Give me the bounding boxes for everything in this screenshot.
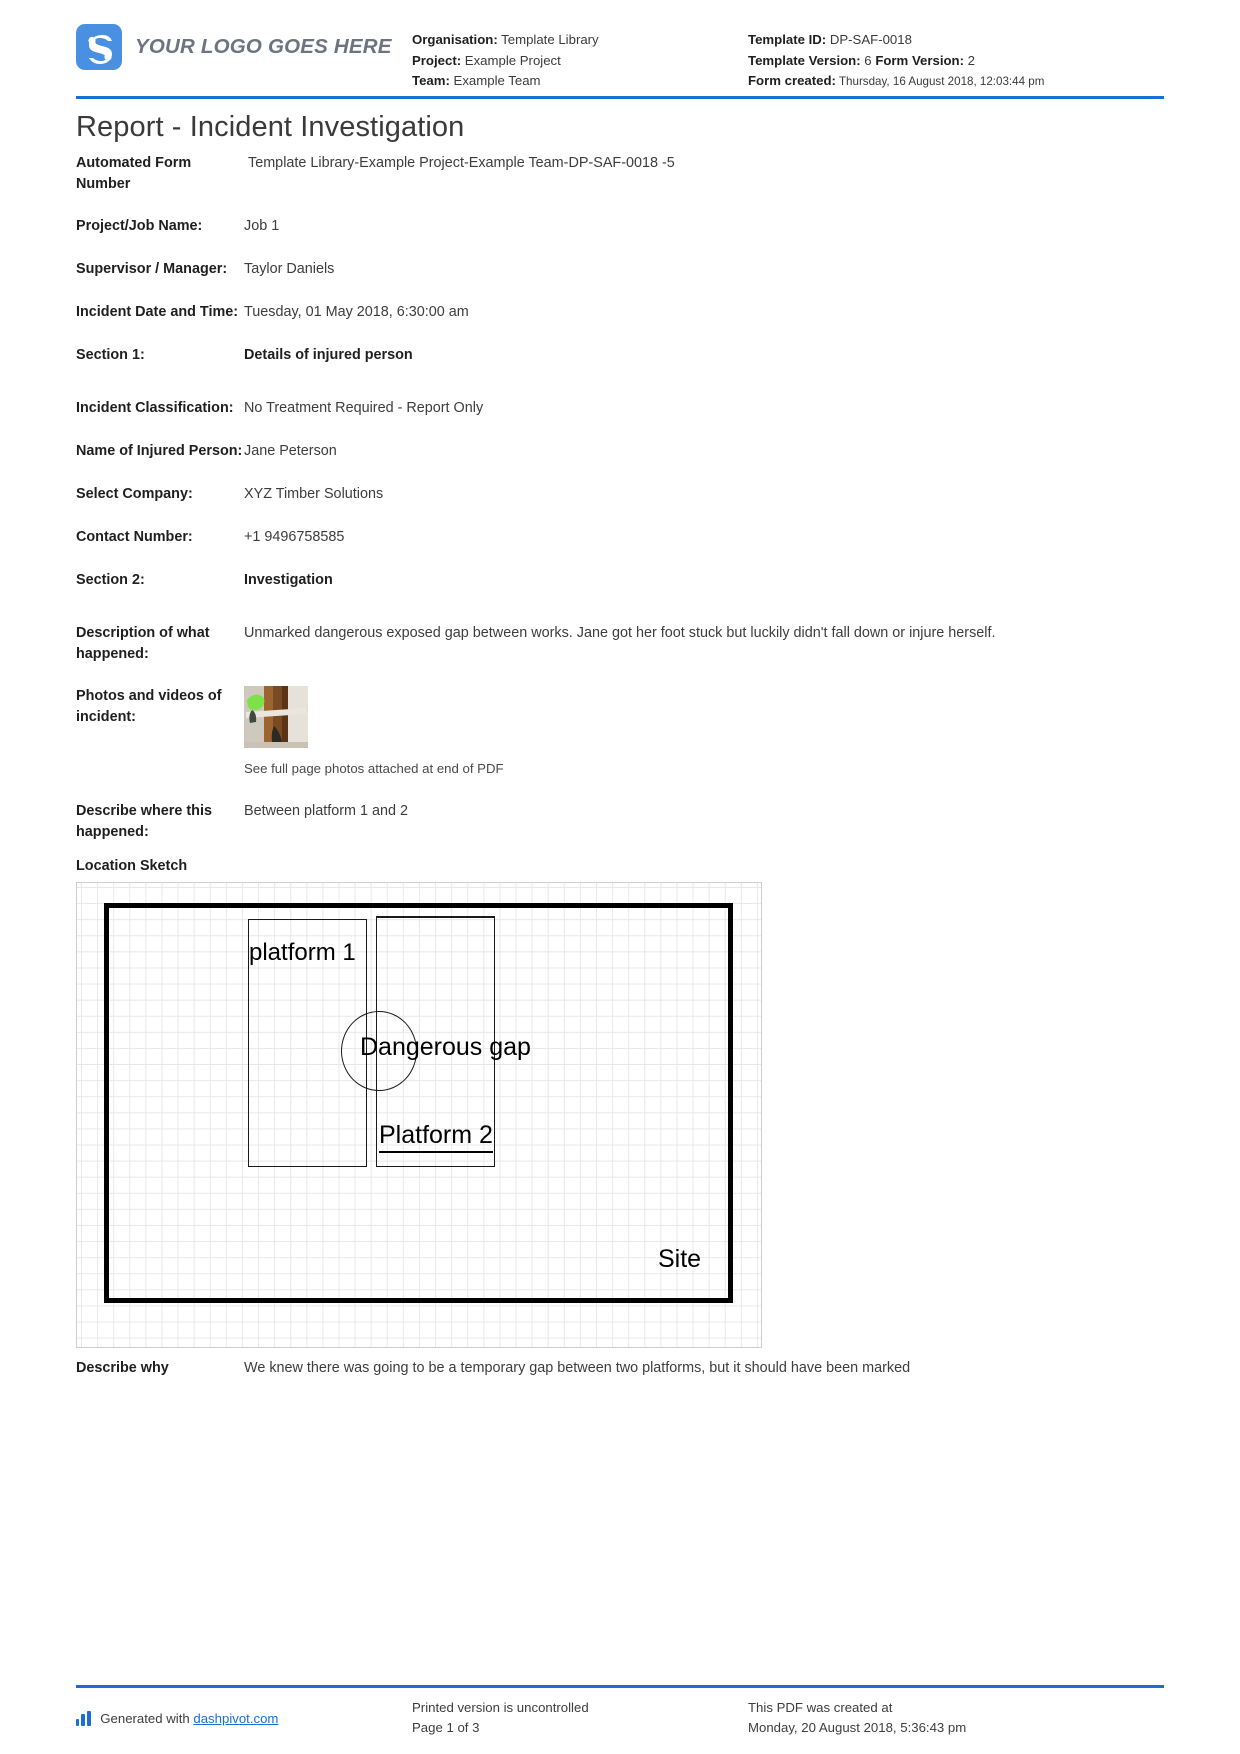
header-divider [76,96,1164,99]
header-form-created-label: Form created: [748,73,836,88]
sketch-dangerous-gap-label: Dangerous gap [360,1033,531,1061]
section-label: Section 1: [76,347,145,363]
header-form-version-value: 2 [967,52,975,68]
section-label: Section 2: [76,572,145,588]
header-versions: Template Version: 6 Form Version: 2 [748,51,1164,72]
field-photos-and-videos: Photos and videos of incident: See full … [76,686,1164,779]
field-value: Job 1 [244,218,280,234]
header-form-version-label: Form Version: [875,52,964,68]
header-organisation-label: Organisation: [412,32,498,47]
header-team-label: Team: [412,73,450,88]
footer-created-value: Monday, 20 August 2018, 5:36:43 pm [748,1720,967,1735]
field-describe-where: Describe where this happened: Between pl… [76,801,1164,842]
field-project-job-name: Project/Job Name: Job 1 [76,216,1164,237]
field-label: Project/Job Name: [76,218,203,234]
dashpivot-bars-icon [76,1710,93,1726]
field-label: Incident Classification: [76,400,234,416]
logo-block: YOUR LOGO GOES HERE [76,14,412,70]
header-template-version-label: Template Version: [748,52,861,68]
incident-photo-thumbnail[interactable] [244,686,308,748]
header-org-block: Organisation: Template Library Project: … [412,14,748,92]
field-label: Contact Number: [76,529,193,545]
field-value: Between platform 1 and 2 [244,803,408,819]
page-title: Report - Incident Investigation [76,111,465,143]
field-label: Describe why [76,1360,169,1376]
field-value: XYZ Timber Solutions [244,486,384,502]
field-value: No Treatment Required - Report Only [244,400,484,416]
header-organisation: Organisation: Template Library [412,30,748,51]
header-form-created: Form created: Thursday, 16 August 2018, … [748,71,1164,93]
field-value: Template Library-Example Project-Example… [248,155,675,171]
section-title: Investigation [244,572,333,588]
field-supervisor-manager: Supervisor / Manager: Taylor Daniels [76,259,1164,280]
field-value: +1 9496758585 [244,529,345,545]
field-label: Photos and videos of incident: [76,688,222,725]
field-injured-person-name: Name of Injured Person: Jane Peterson [76,441,1164,462]
header-template-id-label: Template ID: [748,32,827,47]
section-1-heading: Section 1: Details of injured person [76,345,1164,366]
location-sketch-canvas[interactable]: platform 1 Dangerous gap Platform 2 Site [76,882,762,1348]
field-label: Automated Form Number [76,155,192,192]
field-describe-why: Describe why We knew there was going to … [76,1358,1164,1379]
header-template-version-value: 6 [864,52,872,68]
section-title: Details of injured person [244,347,413,363]
field-select-company: Select Company: XYZ Timber Solutions [76,484,1164,505]
company-logo-icon [76,24,122,70]
header-project-value: Example Project [464,52,561,68]
footer-created-label: This PDF was created at [748,1700,893,1715]
field-incident-classification: Incident Classification: No Treatment Re… [76,398,1164,419]
dashpivot-link[interactable]: dashpivot.com [193,1711,278,1726]
location-sketch-label: Location Sketch [76,858,188,874]
footer-created-block: This PDF was created at Monday, 20 Augus… [748,1698,1164,1738]
field-value: Tuesday, 01 May 2018, 6:30:00 am [244,304,469,320]
document-header: YOUR LOGO GOES HERE Organisation: Templa… [76,0,1164,92]
photos-caption: See full page photos attached at end of … [244,761,504,776]
section-2-heading: Section 2: Investigation [76,570,1164,591]
field-value: Jane Peterson [244,443,337,459]
footer-printed-notice: Printed version is uncontrolled [412,1700,589,1715]
field-label: Supervisor / Manager: [76,261,228,277]
header-template-id-value: DP-SAF-0018 [829,32,912,47]
logo-text: YOUR LOGO GOES HERE [135,35,392,58]
document-footer: Generated with dashpivot.com Printed ver… [76,1685,1164,1754]
header-team-value: Example Team [453,73,541,88]
footer-page-number: Page 1 of 3 [412,1720,480,1735]
sketch-platform-1-label: platform 1 [249,939,356,966]
field-automated-form-number: Automated Form Number Template Library-E… [76,153,1164,194]
header-organisation-value: Template Library [501,32,599,47]
sketch-platform-2-label: Platform 2 [379,1121,493,1153]
footer-print-block: Printed version is uncontrolled Page 1 o… [412,1698,748,1738]
footer-generated-prefix: Generated with [100,1710,190,1726]
field-label: Incident Date and Time: [76,304,239,320]
sketch-site-label: Site [658,1245,702,1273]
field-label: Describe where this happened: [76,803,212,840]
header-template-id: Template ID: DP-SAF-0018 [748,30,1164,51]
field-contact-number: Contact Number: +1 9496758585 [76,527,1164,548]
header-form-created-value: Thursday, 16 August 2018, 12:03:44 pm [838,75,1045,88]
field-incident-date-time: Incident Date and Time: Tuesday, 01 May … [76,302,1164,323]
field-label: Description of what happened: [76,625,210,662]
field-label: Select Company: [76,486,193,502]
field-value: Unmarked dangerous exposed gap between w… [244,625,996,641]
header-project: Project: Example Project [412,51,748,72]
field-value: We knew there was going to be a temporar… [244,1360,911,1376]
photos-value: See full page photos attached at end of … [244,686,1164,779]
header-template-block: Template ID: DP-SAF-0018 Template Versio… [748,14,1164,93]
header-team: Team: Example Team [412,71,748,92]
footer-generated-block: Generated with dashpivot.com [76,1698,412,1738]
document-page: YOUR LOGO GOES HERE Organisation: Templa… [0,0,1240,1754]
header-project-label: Project: [412,52,462,68]
field-description-of-what-happened: Description of what happened: Unmarked d… [76,623,1164,664]
field-label: Name of Injured Person: [76,443,243,459]
field-value: Taylor Daniels [244,261,335,277]
